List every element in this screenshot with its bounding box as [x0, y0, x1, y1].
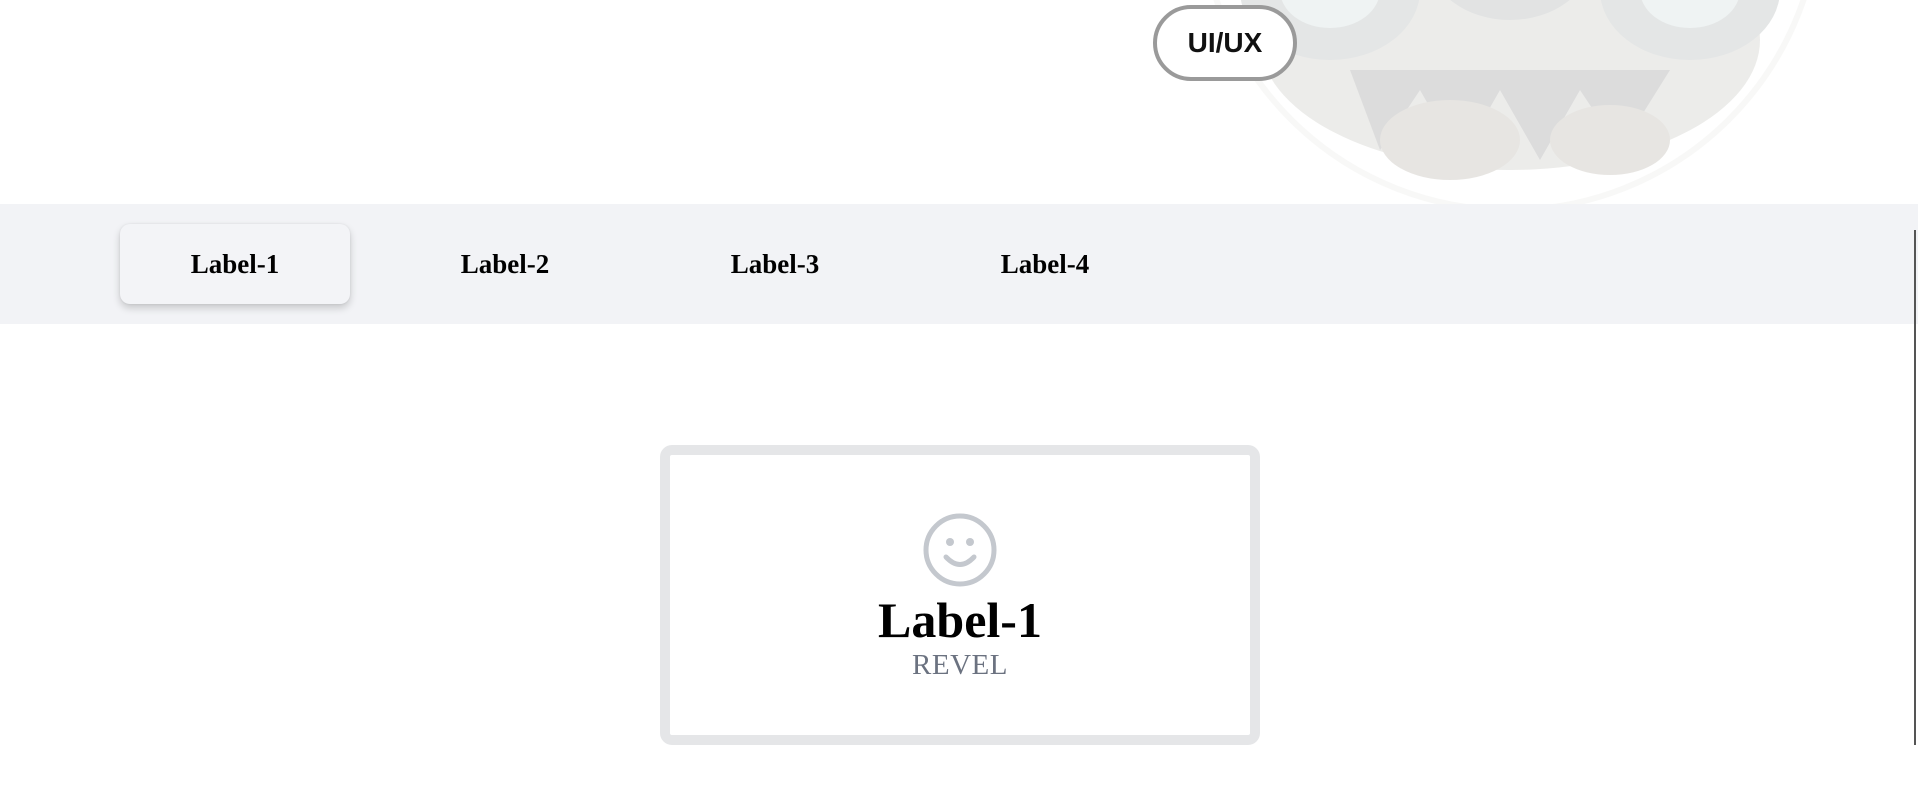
tab-label-4[interactable]: Label-4: [930, 224, 1160, 304]
tab-content-card: Label-1 REVEL: [660, 445, 1260, 745]
tab-bar: Label-1 Label-2 Label-3 Label-4: [0, 204, 1918, 324]
card-title: Label-1: [878, 592, 1042, 649]
page: UI/UX Label-1 Label-2 Label-3 Label-4 La…: [0, 0, 1918, 797]
card-subtitle: REVEL: [912, 648, 1008, 681]
tab-label-1[interactable]: Label-1: [120, 224, 350, 304]
tab-label-3[interactable]: Label-3: [660, 224, 890, 304]
smiley-face-icon: [923, 513, 997, 587]
scrollbar-track[interactable]: [1914, 230, 1916, 745]
ui-ux-pill-button[interactable]: UI/UX: [1153, 5, 1297, 81]
tab-label-2[interactable]: Label-2: [390, 224, 620, 304]
